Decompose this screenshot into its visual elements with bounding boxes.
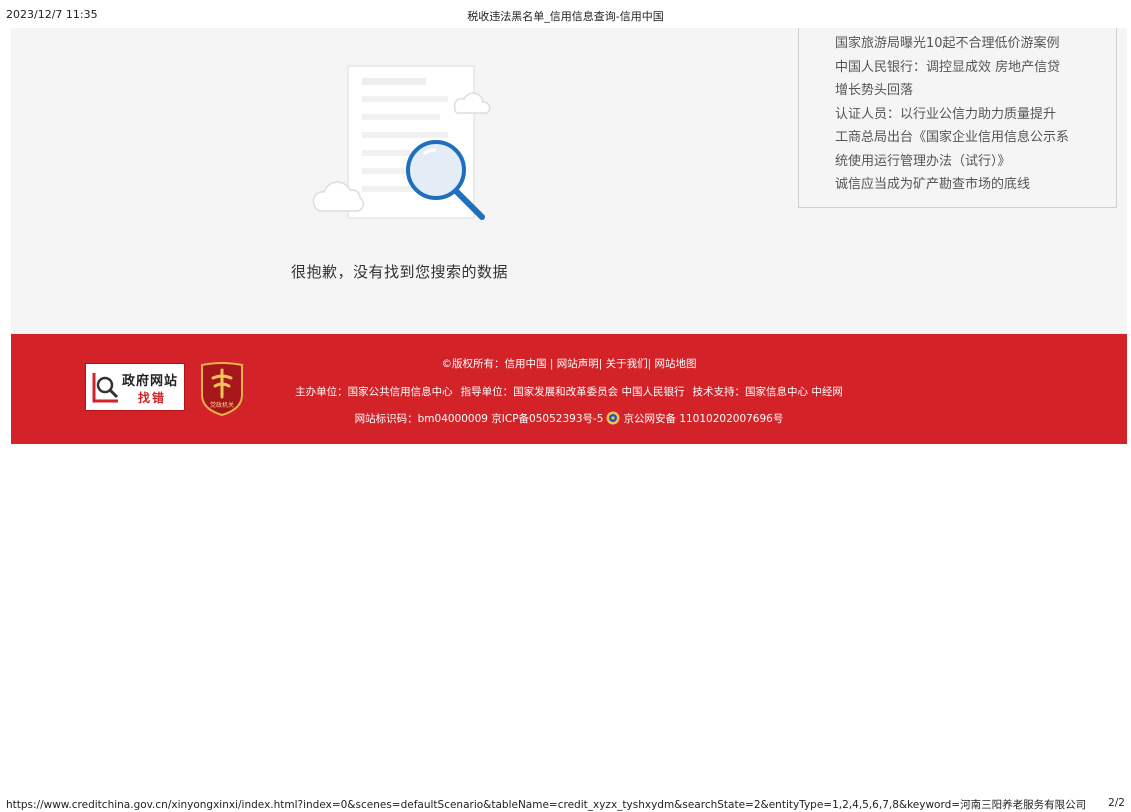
police-badge-icon	[606, 411, 620, 425]
print-url: https://www.creditchina.gov.cn/xinyongxi…	[6, 799, 1087, 811]
guide-label: 指导单位：	[460, 386, 514, 398]
police-record-link[interactable]: 京公网安备 11010202007696号	[623, 413, 783, 425]
news-item[interactable]: 统使用运行管理办法（试行）》	[835, 150, 1116, 174]
print-page-title: 税收违法黑名单_信用信息查询-信用中国	[467, 10, 664, 23]
footer-registration-line: 网站标识码：bm04000009 京ICP备05052393号-5 京公网安备 …	[11, 411, 1127, 426]
news-item[interactable]: 工商总局出台《国家企业信用信息公示系	[835, 126, 1116, 150]
news-sidebar: 国家旅游局曝光10起不合理低价游案例 中国人民银行：调控显成效 房地产信贷 增长…	[798, 28, 1117, 208]
news-item[interactable]: 增长势头回落	[835, 79, 1116, 103]
print-page-number: 2/2	[1108, 797, 1125, 809]
footer-link-sitemap[interactable]: 网站地图	[655, 358, 697, 370]
news-item[interactable]: 中国人民银行：调控显成效 房地产信贷	[835, 56, 1116, 80]
guide-value: 国家发展和改革委员会 中国人民银行	[513, 386, 685, 398]
print-header: 2023/12/7 11:35 税收违法黑名单_信用信息查询-信用中国	[0, 0, 1131, 28]
tech-label: 技术支持：	[692, 386, 746, 398]
footer-link-statement[interactable]: 网站声明	[557, 358, 599, 370]
news-item[interactable]: 诚信应当成为矿产勘查市场的底线	[835, 173, 1116, 197]
copyright-label: ©版权所有：	[441, 358, 505, 370]
host-value: 国家公共信用信息中心	[347, 386, 453, 398]
no-results-message: 很抱歉，没有找到您搜索的数据	[291, 263, 509, 281]
party-badge-text: 党政机关	[209, 402, 234, 409]
footer-organizers-line: 主办单位：国家公共信用信息中心 指导单位：国家发展和改革委员会 中国人民银行 技术支…	[11, 384, 1127, 399]
no-results-illustration	[304, 56, 504, 226]
empty-search-icon	[312, 65, 491, 220]
footer-link-about[interactable]: 关于我们	[606, 358, 648, 370]
site-id: 网站标识码：bm04000009 京ICP备05052393号-5	[354, 413, 604, 425]
news-list: 国家旅游局曝光10起不合理低价游案例 中国人民银行：调控显成效 房地产信贷 增长…	[799, 28, 1116, 197]
news-item[interactable]: 认证人员：以行业公信力助力质量提升	[835, 103, 1116, 127]
footer-link-creditchina[interactable]: 信用中国	[505, 358, 547, 370]
footer-copyright-line: ©版权所有：信用中国 | 网站声明| 关于我们| 网站地图	[441, 358, 697, 370]
site-footer: 政府网站 找错 党政机关 ©版权所有：信用中国 | 网站声明| 关于我们| 网站…	[11, 334, 1127, 444]
tech-value: 国家信息中心 中经网	[745, 386, 843, 398]
host-label: 主办单位：	[295, 386, 348, 398]
news-item[interactable]: 国家旅游局曝光10起不合理低价游案例	[835, 32, 1116, 56]
